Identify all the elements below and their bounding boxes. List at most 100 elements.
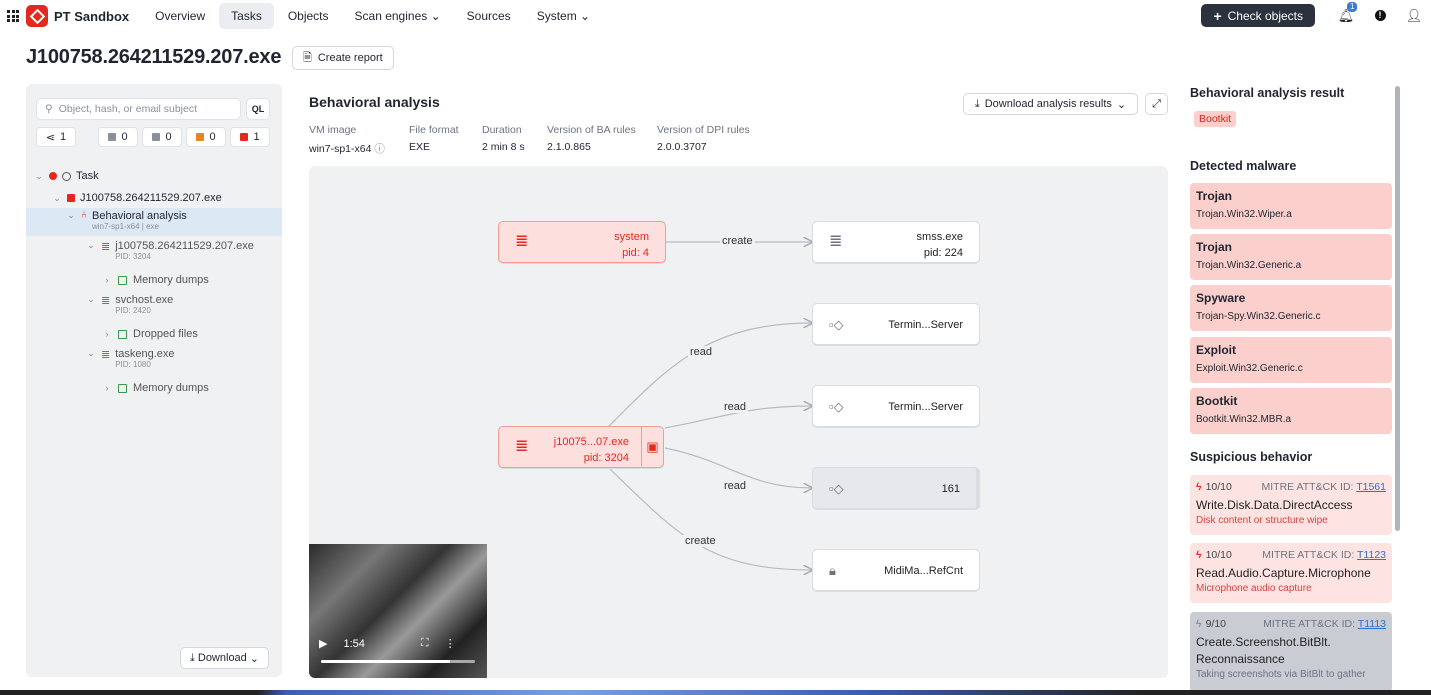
tree-item-process[interactable]: ⌄ ≣ j100758.264211529.207.exe PID: 3204 — [26, 240, 282, 262]
brand-name: PT Sandbox — [54, 8, 130, 24]
fullscreen-icon[interactable]: ⛶ — [421, 637, 429, 650]
plus-icon: + — [1213, 7, 1222, 24]
process-icon: ≣ — [515, 233, 529, 250]
malware-card[interactable]: Exploit Exploit.Win32.Generic.c — [1190, 337, 1392, 383]
nav-overview[interactable]: Overview — [143, 3, 217, 29]
logo-icon — [26, 5, 48, 27]
tree-item-process[interactable]: ⌄ ≣ taskeng.exe PID: 1080 — [26, 348, 282, 370]
suspicious-desc: Disk content or structure wipe — [1196, 515, 1328, 526]
suspicious-card[interactable]: ϟ 10/10 MITRE ATT&CK ID: T1123 Read.Audio.… — [1190, 543, 1392, 603]
search-input[interactable]: ⚲ Object, hash, or email subject — [36, 98, 241, 120]
tree-item-dropped-files[interactable]: › Dropped files — [26, 328, 282, 340]
right-scrollbar[interactable] — [1395, 86, 1400, 531]
count-filter-gray[interactable]: 0 — [98, 127, 138, 147]
top-bar: PT Sandbox Overview Tasks Objects Scan e… — [0, 0, 1431, 32]
play-icon[interactable]: ▶ — [319, 637, 327, 650]
mitre: MITRE ATT&CK ID: T1561 — [1262, 481, 1387, 493]
mitre-id-link[interactable]: T1113 — [1358, 618, 1386, 630]
tree-item-label: Memory dumps — [133, 274, 209, 286]
nav-scan-engines[interactable]: Scan engines ⌄ — [343, 3, 453, 29]
tree-item-text: svchost.exe PID: 2420 — [115, 294, 173, 316]
check-objects-button[interactable]: + Check objects — [1201, 4, 1315, 27]
more-icon[interactable]: ⋮ — [445, 637, 456, 650]
memory-dump-icon — [118, 383, 127, 393]
suspicious-card[interactable]: ϟ 10/10 MITRE ATT&CK ID: T1561 Write.Disk.… — [1190, 475, 1392, 535]
tree-item-process[interactable]: ⌄ ≣ svchost.exe PID: 2420 — [26, 294, 282, 316]
chevron-down-icon: ⌄ — [53, 192, 61, 203]
edge-label: create — [720, 235, 755, 247]
suspicious-header: ϟ 10/10 MITRE ATT&CK ID: T1561 — [1196, 481, 1386, 493]
nav-system[interactable]: System ⌄ — [525, 3, 602, 29]
info-icon[interactable]: ⓘ — [374, 143, 385, 155]
chevron-down-icon: ⌄ — [249, 652, 260, 665]
mitre-id-link[interactable]: T1561 — [1356, 481, 1386, 493]
notifications-button[interactable]: 🔔︎ 1 — [1329, 1, 1363, 27]
count-filter-red[interactable]: 1 — [230, 127, 270, 147]
nav-sources[interactable]: Sources — [455, 3, 523, 29]
chevron-down-icon: ⌄ — [87, 240, 95, 250]
mitre-id-link[interactable]: T1123 — [1357, 549, 1386, 561]
meta-value: 2 min 8 s — [482, 141, 525, 153]
count-filter-orange[interactable]: 0 — [186, 127, 226, 147]
meta-duration: Duration 2 min 8 s — [482, 124, 525, 153]
object-icon: ▫◇ — [829, 399, 844, 414]
tree-item-task[interactable]: ⌄ Task — [34, 168, 290, 184]
tree-item-label: taskeng.exe — [115, 348, 175, 360]
count-value: 1 — [60, 131, 67, 143]
malware-card[interactable]: Bootkit Bootkit.Win32.MBR.a — [1190, 388, 1392, 434]
pid-label: PID: 1080 — [115, 360, 151, 369]
nav-tasks[interactable]: Tasks — [219, 3, 274, 29]
file-icon — [152, 133, 161, 141]
meta-key: Duration — [482, 124, 522, 136]
tree-item-file[interactable]: ⌄ J100758.264211529.207.exe — [52, 190, 308, 206]
process-graph[interactable]: create read read read create ≣ system pid… — [309, 166, 1168, 678]
malware-card[interactable]: Trojan Trojan.Win32.Wiper.a — [1190, 183, 1392, 229]
apps-grid-icon[interactable] — [0, 10, 26, 22]
ql-button[interactable]: QL — [246, 98, 270, 120]
meta-key: Version of DPI rules — [657, 124, 750, 136]
tree-item-behavioral-analysis[interactable]: ⌄ ⑃ Behavioral analysis win7-sp1-x64 | ex… — [26, 208, 282, 236]
mitre: MITRE ATT&CK ID: T1113 — [1263, 618, 1386, 630]
mitre-label: MITRE ATT&CK ID: — [1263, 618, 1356, 630]
suspicious-card[interactable]: ϟ 9/10 MITRE ATT&CK ID: T1113 Create.Scree… — [1190, 612, 1392, 692]
video-player[interactable]: ▶ 1:54 ⛶ ⋮ — [309, 544, 487, 678]
lock-icon: 🔒︎ — [829, 563, 836, 578]
help-button[interactable]: ! — [1363, 5, 1397, 27]
user-button[interactable]: 👤︎ — [1397, 5, 1431, 27]
suspicious-name: Read.Audio.Capture.Microphone — [1196, 566, 1371, 580]
malware-card[interactable]: Spyware Trojan-Spy.Win32.Generic.c — [1190, 285, 1392, 331]
malware-card[interactable]: Trojan Trojan.Win32.Generic.a — [1190, 234, 1392, 280]
count-value: 1 — [253, 131, 260, 143]
create-report-button[interactable]: 🗎 Create report — [292, 46, 394, 70]
pid-label: PID: 2420 — [115, 306, 151, 315]
download-icon: ⤓ — [974, 97, 980, 110]
count-filter-file[interactable]: 0 — [142, 127, 182, 147]
memory-dump-icon[interactable]: ▣ — [641, 427, 663, 466]
score-max: /10 — [1211, 618, 1227, 630]
check-objects-label: Check objects — [1227, 8, 1303, 23]
meta-value: 2.1.0.865 — [547, 141, 591, 153]
expand-button[interactable]: ⤢ — [1145, 93, 1168, 115]
node-midi[interactable]: 🔒︎ MidiMa...RefCnt — [812, 549, 980, 591]
download-analysis-results-button[interactable]: ⤓ Download analysis results ⌄ — [963, 93, 1138, 115]
suspicious-header: ϟ 9/10 MITRE ATT&CK ID: T1113 — [1196, 618, 1386, 630]
tree-item-memory-dumps[interactable]: › Memory dumps — [26, 274, 282, 286]
orange-square-icon — [196, 133, 205, 141]
node-system[interactable]: ≣ system pid: 4 — [498, 221, 666, 263]
node-terminal-server[interactable]: ▫◇ Termin...Server — [812, 385, 980, 427]
node-name: smss.exe — [916, 231, 963, 243]
malware-name: Trojan-Spy.Win32.Generic.c — [1196, 311, 1321, 322]
download-button[interactable]: ⤓ Download ⌄ — [180, 647, 270, 669]
score-value: 10 — [1205, 549, 1218, 561]
count-filter-links[interactable]: ⋖ 1 — [36, 127, 76, 147]
node-terminal-server[interactable]: ▫◇ Termin...Server — [812, 303, 980, 345]
video-time: 1:54 — [343, 637, 365, 650]
process-tree-icon: ⑃ — [81, 210, 87, 221]
node-161[interactable]: ▫◇ 161 — [812, 467, 980, 509]
video-progress-bar[interactable] — [321, 660, 475, 663]
process-icon: ≣ — [101, 241, 111, 253]
node-main-process[interactable]: ≣ j10075...07.exe pid: 3204 ▣ — [498, 426, 664, 468]
tree-item-memory-dumps[interactable]: › Memory dumps — [26, 382, 282, 394]
nav-objects[interactable]: Objects — [276, 3, 341, 29]
node-smss[interactable]: ≣ smss.exe pid: 224 — [812, 221, 980, 263]
